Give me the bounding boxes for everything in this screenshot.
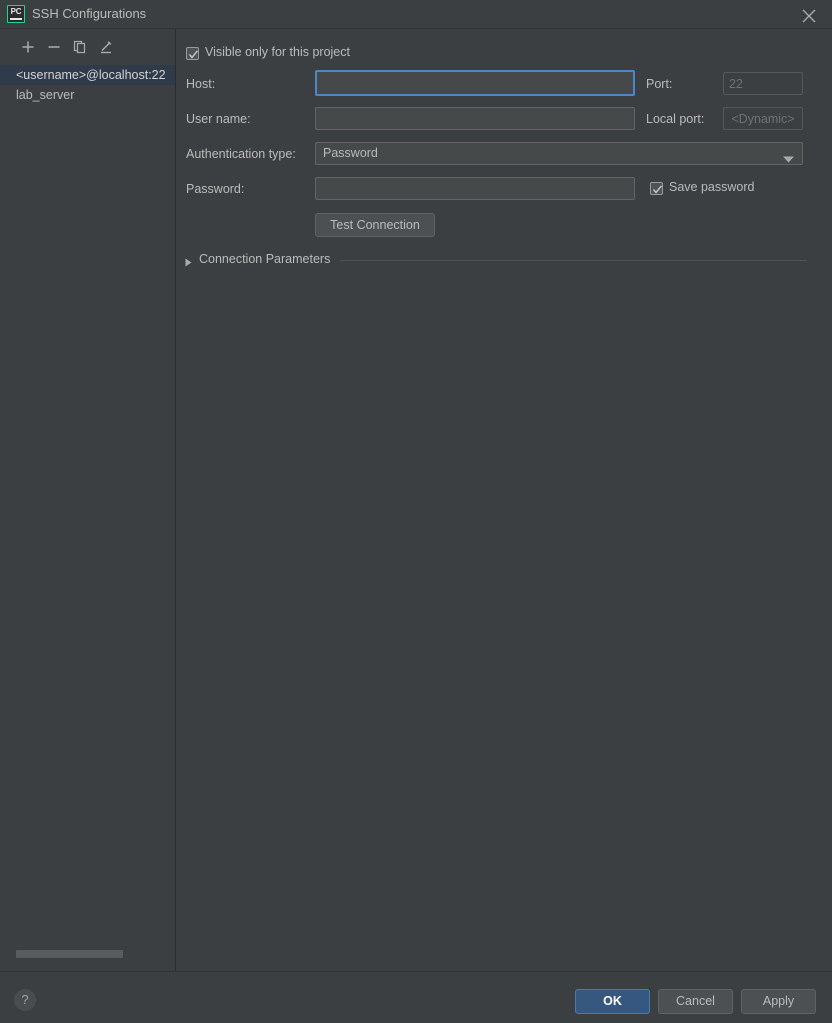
- checkmark-icon: [188, 50, 199, 59]
- window-title: SSH Configurations: [32, 6, 147, 21]
- connection-parameters-section-header[interactable]: Connection Parameters: [185, 252, 815, 268]
- section-divider: [340, 260, 807, 261]
- scrollbar-thumb[interactable]: [16, 950, 123, 958]
- list-item[interactable]: <username>@localhost:22: [0, 65, 175, 85]
- cancel-button[interactable]: Cancel: [658, 989, 733, 1014]
- test-connection-button[interactable]: Test Connection: [315, 213, 435, 237]
- port-input[interactable]: [723, 72, 803, 95]
- sidebar-toolbar: [0, 37, 176, 61]
- save-password-checkbox[interactable]: [650, 182, 663, 195]
- question-mark-icon: ?: [21, 992, 29, 1007]
- pencil-icon: [101, 41, 112, 54]
- edit-configuration-button[interactable]: [95, 37, 119, 59]
- port-label: Port:: [646, 77, 673, 91]
- triangle-right-icon: [185, 256, 192, 270]
- remove-configuration-button[interactable]: [43, 37, 67, 59]
- chevron-down-icon: [783, 152, 794, 166]
- checkmark-icon: [652, 185, 663, 194]
- configuration-list[interactable]: <username>@localhost:22 lab_server: [0, 65, 175, 105]
- visible-only-checkbox[interactable]: [186, 47, 199, 60]
- plus-icon: [22, 41, 34, 53]
- help-button[interactable]: ?: [14, 989, 36, 1011]
- authentication-type-label: Authentication type:: [186, 147, 296, 161]
- app-icon-text: PC: [10, 7, 22, 16]
- close-icon: [802, 9, 816, 23]
- password-input[interactable]: [315, 177, 635, 200]
- authentication-type-value: Password: [323, 146, 378, 160]
- app-icon-underbar: [10, 18, 22, 20]
- close-button[interactable]: [786, 0, 832, 29]
- list-item[interactable]: lab_server: [0, 85, 175, 105]
- ok-button[interactable]: OK: [575, 989, 650, 1014]
- configurations-sidebar: <username>@localhost:22 lab_server: [0, 29, 176, 971]
- copy-configuration-button[interactable]: [69, 37, 93, 59]
- authentication-type-combobox[interactable]: Password: [315, 142, 803, 165]
- pycharm-logo-icon: PC: [7, 5, 25, 23]
- configuration-form-panel: Visible only for this project Host: Port…: [177, 29, 832, 971]
- local-port-label: Local port:: [646, 112, 705, 126]
- password-label: Password:: [186, 182, 245, 196]
- minus-icon: [48, 46, 60, 48]
- visible-only-checkbox-label: Visible only for this project: [205, 45, 350, 59]
- host-input[interactable]: [315, 70, 635, 96]
- copy-icon: [73, 40, 86, 54]
- sidebar-horizontal-scrollbar[interactable]: [0, 946, 175, 960]
- host-label: Host:: [186, 77, 216, 91]
- add-configuration-button[interactable]: [17, 37, 41, 59]
- local-port-input[interactable]: [723, 107, 803, 130]
- apply-button[interactable]: Apply: [741, 989, 816, 1014]
- user-name-input[interactable]: [315, 107, 635, 130]
- user-name-label: User name:: [186, 112, 251, 126]
- save-password-checkbox-label: Save password: [669, 180, 755, 194]
- connection-parameters-label: Connection Parameters: [199, 252, 331, 266]
- dialog-button-bar: ? OK Cancel Apply: [0, 971, 832, 1023]
- title-bar: PC SSH Configurations: [0, 0, 832, 29]
